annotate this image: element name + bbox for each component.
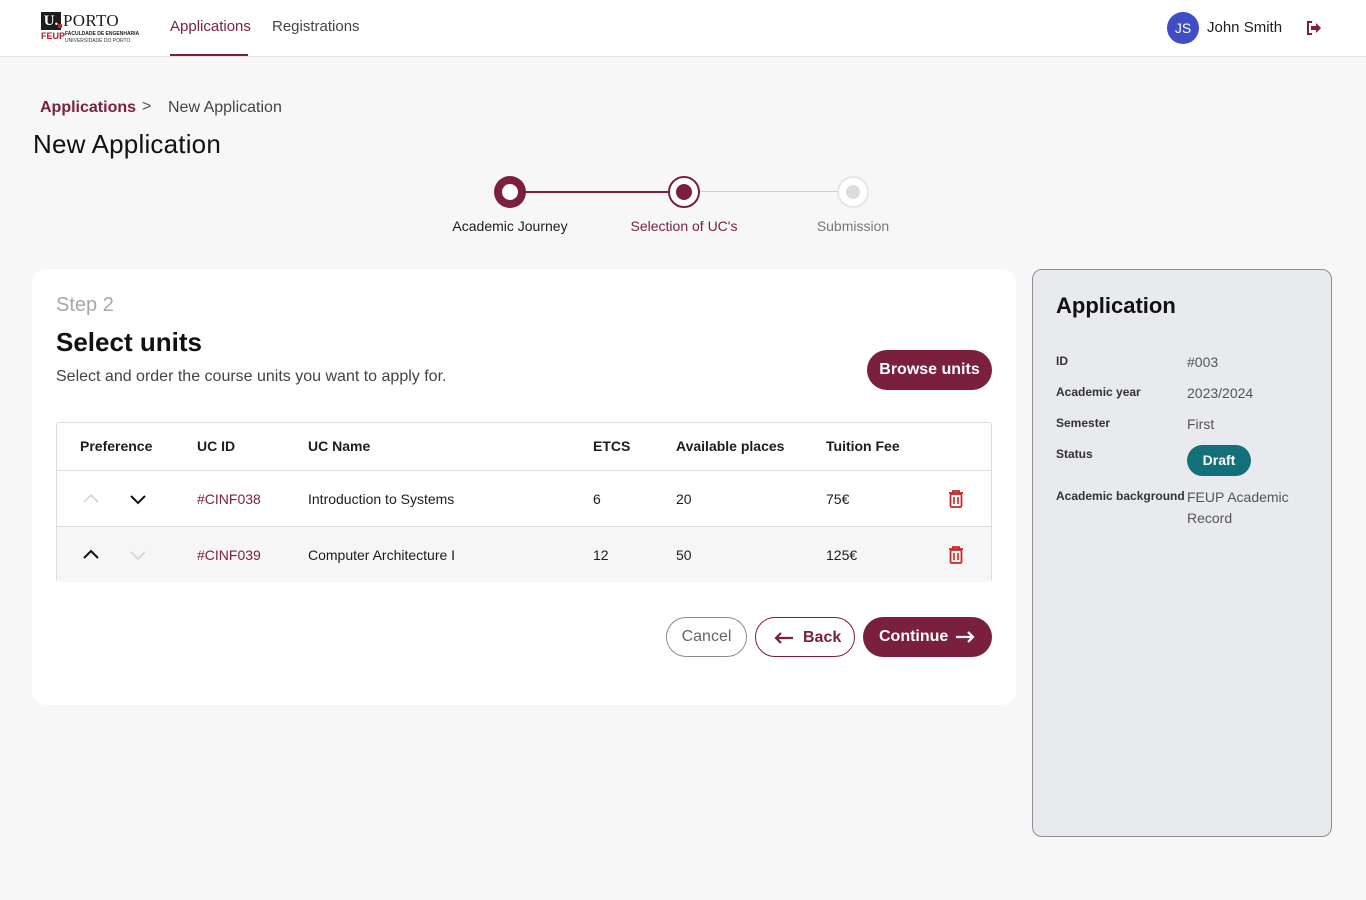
step-number: Step 2 <box>56 294 114 316</box>
section-description: Select and order the course units you wa… <box>56 368 447 385</box>
units-table: Preference UC ID UC Name ETCS Available … <box>56 422 992 582</box>
nav-active-indicator <box>170 54 248 56</box>
field-value-semester: First <box>1187 416 1215 432</box>
nav-applications[interactable]: Applications <box>170 18 251 35</box>
chevron-down-icon <box>130 551 146 561</box>
field-label-academic-year: Academic year <box>1056 385 1141 399</box>
column-header-uc-id: UC ID <box>197 438 236 454</box>
top-navbar: U. PORTO FEUP FACULDADE DE ENGENHARIA UN… <box>0 0 1366 57</box>
step-selection-indicator[interactable] <box>668 176 700 208</box>
uc-etcs: 6 <box>593 491 601 507</box>
stepper-line-completed <box>510 191 684 193</box>
uc-available-places: 50 <box>676 547 692 563</box>
browse-units-button[interactable]: Browse units <box>867 350 992 390</box>
uporto-feup-logo[interactable]: U. PORTO FEUP FACULDADE DE ENGENHARIA UN… <box>41 12 151 46</box>
stepper-line-upcoming <box>684 191 853 192</box>
arrow-left-icon <box>774 632 793 644</box>
logo-faculty-short: FEUP <box>41 31 66 41</box>
breadcrumb-applications[interactable]: Applications <box>40 99 136 117</box>
back-button[interactable]: Back <box>755 617 855 657</box>
uc-id-link[interactable]: #CINF038 <box>197 491 261 507</box>
trash-icon[interactable] <box>947 545 965 565</box>
continue-button[interactable]: Continue <box>863 617 992 657</box>
breadcrumb-separator-icon: > <box>142 98 152 115</box>
field-label-id: ID <box>1056 354 1068 368</box>
field-value-academic-background: FEUP Academic Record <box>1187 489 1289 526</box>
panel-title: Application <box>1056 293 1176 318</box>
logo-name: PORTO <box>63 11 119 30</box>
continue-button-label: Continue <box>879 628 949 645</box>
field-value-academic-year: 2023/2024 <box>1187 385 1254 401</box>
chevron-up-icon[interactable] <box>81 545 101 565</box>
nav-registrations[interactable]: Registrations <box>272 18 360 35</box>
logo-dot <box>58 24 62 28</box>
uc-available-places: 20 <box>676 491 692 507</box>
user-avatar[interactable]: JS <box>1167 12 1199 44</box>
back-button-label: Back <box>803 629 842 646</box>
uc-tuition-fee: 125€ <box>826 547 858 563</box>
table-row: #CINF039 Computer Architecture I 12 50 1… <box>57 526 991 582</box>
column-header-preference: Preference <box>80 438 153 454</box>
chevron-up-icon <box>83 493 99 503</box>
field-value-id: #003 <box>1187 354 1219 370</box>
logo-faculty-line2: UNIVERSIDADE DO PORTO <box>65 38 131 44</box>
user-name[interactable]: John Smith <box>1207 19 1282 36</box>
column-header-uc-name: UC Name <box>308 438 371 454</box>
uc-tuition-fee: 75€ <box>826 491 850 507</box>
field-label-academic-background: Academic background <box>1056 489 1185 503</box>
cancel-button[interactable]: Cancel <box>666 617 747 657</box>
step-academic-journey-indicator[interactable] <box>494 176 526 208</box>
step-submission-indicator <box>837 176 869 208</box>
logout-icon[interactable] <box>1304 18 1324 38</box>
field-label-semester: Semester <box>1056 416 1111 430</box>
trash-icon[interactable] <box>947 489 965 509</box>
column-header-tuition-fee: Tuition Fee <box>826 438 900 454</box>
arrow-right-icon <box>956 631 975 643</box>
uc-etcs: 12 <box>593 547 609 563</box>
breadcrumb-current: New Application <box>168 99 282 116</box>
chevron-down-icon[interactable] <box>128 489 148 509</box>
field-label-status: Status <box>1056 447 1093 461</box>
step-academic-journey-label: Academic Journey <box>452 218 568 234</box>
table-row: #CINF038 Introduction to Systems 6 20 75… <box>57 470 991 526</box>
logo-faculty-line1: FACULDADE DE ENGENHARIA <box>65 31 140 37</box>
status-badge: Draft <box>1187 445 1251 476</box>
column-header-available-places: Available places <box>676 438 785 454</box>
uc-id-link[interactable]: #CINF039 <box>197 547 261 563</box>
uc-name: Computer Architecture I <box>308 547 456 563</box>
column-header-etcs: ETCS <box>593 438 631 454</box>
page-title: New Application <box>33 129 221 159</box>
step-submission-label: Submission <box>816 218 890 234</box>
uc-name: Introduction to Systems <box>308 491 455 507</box>
section-title: Select units <box>56 327 202 357</box>
